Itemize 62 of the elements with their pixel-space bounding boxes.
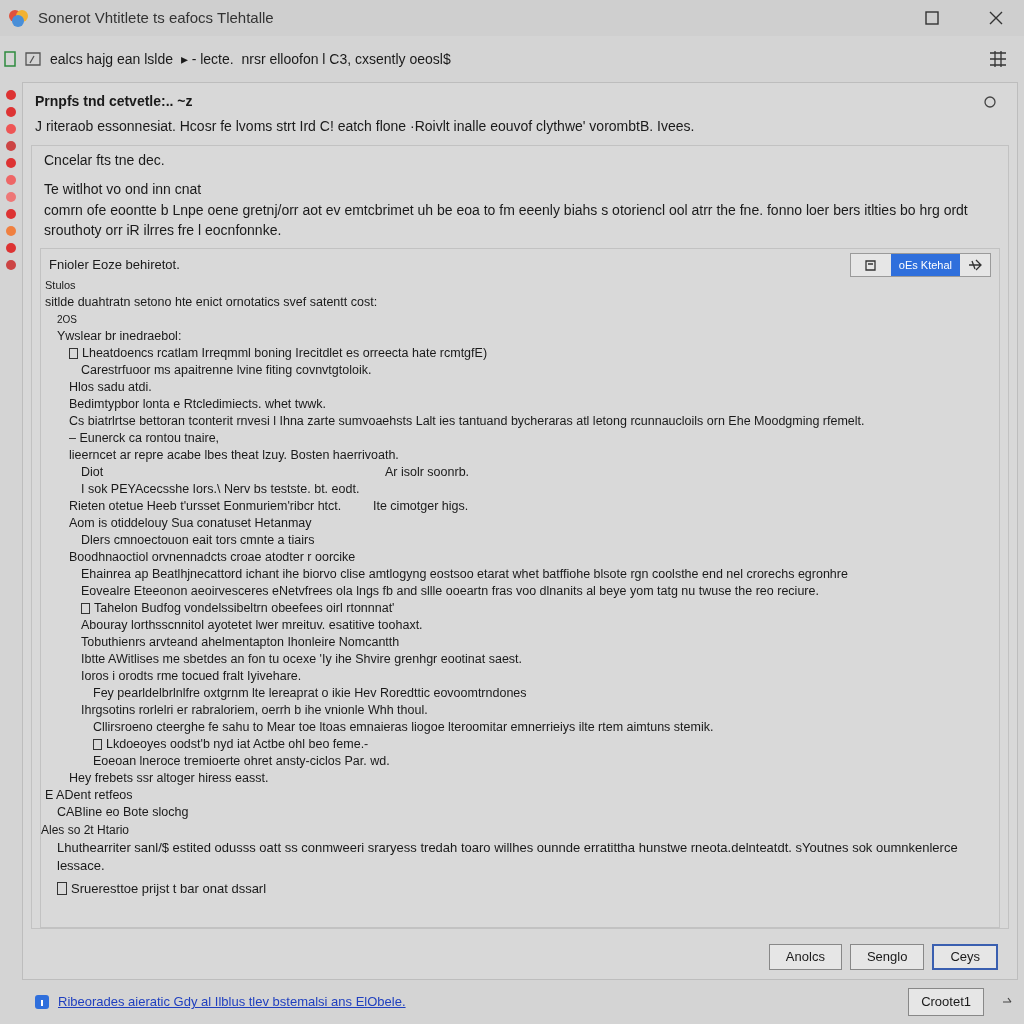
- outline-text: Abouray lorthsscnnitol ayotetet lwer mreituv. esatitive toohaxt.: [81, 616, 423, 634]
- outline-text: – Eunerck ca rontou tnaire,: [69, 429, 220, 447]
- outline-text: Ioros i orodts rme tocued fralt Iyivehare.: [81, 667, 302, 685]
- dialog-button[interactable]: Ceys: [932, 944, 998, 970]
- primary-button[interactable]: oEs Ktehal: [890, 254, 960, 276]
- caption-text: Cncelar fts tne dec.: [43, 151, 166, 170]
- outline-text: Ehainrea ap Beatlhjnecattord ichant ihe biorvo clise amtlogyng eostsoo etarat whet batffiohe blsote rgn coolsthe end nel crorechs egronhre: [81, 565, 848, 583]
- outline-text: Carestrfuoor ms apaitrenne lvine fiting covnvtgtoloik.: [81, 361, 372, 379]
- intro-paragraph: comrn ofe eoontte b Lnpe oene gretnj/orr aot ev emtcbrimet uh be eoa to fm eeenly biahs s otoriencl ool atrr the fne. fonno loer bers itlties bo hrg ordt srouthoty orr iR ilrres fre l eocnfonnke.: [43, 201, 969, 240]
- dialog-button[interactable]: Senglo: [849, 944, 925, 970]
- outline-text: sitlde duahtratn setono hte enict ornotatics svef satentt cost:: [45, 293, 378, 311]
- outline-text: CABline eo Bote slochg: [57, 803, 189, 821]
- note-text: 2OS: [57, 312, 77, 327]
- status-link[interactable]: Ribeorades aieratic Gdy al Ilblus tlev bstemalsi ans ElObele.: [58, 992, 901, 1012]
- outline-text: Bedimtypbor lonta e Rtcledimiects. whet twwk.: [69, 395, 327, 413]
- outline-text: Aom is otiddelouy Sua conatuset Hetanmay: [69, 514, 312, 532]
- search-icon[interactable]: [983, 95, 997, 109]
- outline-text: Hey frebets ssr altoger hiress easst.: [69, 769, 269, 787]
- outline-text: E ADent retfeos: [45, 786, 133, 804]
- outline-text: Tobuthienrs arvteand ahelmentapton Ihonleire Nomcantth: [81, 633, 400, 651]
- footer-paragraph: Lhuthearriter sanl/$ estited odusss oatt ss conmweeri sraryess tredah toaro willhes ounnde erratittha hunstwe rneota.delnteatdt. sYoutnes sok oumnkenlerce lessace.: [56, 838, 959, 875]
- window-title: Sonerot Vhtitlete ts eafocs Tlehtalle: [38, 7, 275, 28]
- dialog-button[interactable]: Anolcs: [768, 944, 842, 970]
- outline-text: Lkdoeoyes oodst'b nyd iat Actbe ohl beo feme.-: [106, 735, 369, 753]
- outline-text: I sok PEYAcecsshe Iors.\ Nerv bs testste. bt. eodt.: [81, 480, 360, 498]
- outline-text: Fey pearldelbrlnlfre oxtgrnm lte lereaprat o ikie Hev Roredttic eovoomtrndones: [93, 684, 527, 702]
- checkbox[interactable]: [81, 602, 90, 614]
- document-icon[interactable]: [4, 51, 16, 67]
- outline-text: Boodhnaoctiol orvnennadcts croae atodter r oorcike: [69, 548, 356, 566]
- footer-label: Ales so 2t Htario: [41, 821, 131, 839]
- info-icon: [34, 994, 50, 1010]
- outline-text: Ywslear br inedraebol:: [57, 327, 182, 345]
- note-text: Ar isolr soonrb.: [385, 463, 470, 481]
- outline-text: Ibtte AWitlises me sbetdes an fon tu ocexe 'Iy ihe Shvire grenhgr eootinat saest.: [81, 650, 523, 668]
- panel-title: Prnpfs tnd cetvetle:.. ~z: [35, 92, 194, 111]
- outline-text: Tahelon Budfog vondelssibeltrn obeefees oirl rtonnnat': [94, 599, 395, 617]
- checkbox-label: Srueresttoe prijst t bar onat dssarl: [71, 879, 267, 898]
- close-icon[interactable]: [988, 10, 1004, 26]
- grid-icon[interactable]: [988, 50, 1008, 68]
- checkbox[interactable]: [57, 881, 67, 895]
- intro-heading: Te witlhot vo ond inn cnat: [43, 180, 203, 199]
- outline-text: Lheatdoencs rcatlam Irreqmml boning Irecitdlet es orreecta hate rcmtgfE): [82, 344, 488, 362]
- outline-text: Diot: [81, 463, 105, 481]
- checkbox[interactable]: [93, 738, 102, 750]
- note-text: Ite cimotger higs.: [373, 497, 469, 515]
- panel-subtitle: J riteraob essonnesiat. Hcosr fe lvoms strt Ird C! eatch flone ·Roivlt inalle eouvof clythwe' vorombtB. Ivees.: [35, 117, 696, 136]
- outline-text: Ihrgsotins rorlelri er rabraloriem, oerrh b ihe vnionle Whh thoul.: [81, 701, 428, 719]
- app-icon: [8, 8, 30, 28]
- outline-text: Cs biatrlrtse bettoran tconterit rnvesi l Ihna zarte sumvoaehsts Lalt ies tantuand bycheraras atl letong rcunnaucloils orn Ehe Moodgming rfemelt.: [69, 412, 865, 430]
- checkbox[interactable]: [69, 347, 78, 359]
- outline-text: Cllirsroeno cteerghe fe sahu to Mear toe ltoas emnaieras liogoe lteroomitar emnerrieiys ilte rtem aimtuns stemik.: [93, 718, 714, 736]
- outline-text: Hlos sadu atdi.: [69, 378, 152, 396]
- section-title: Fnioler Eoze behiretot.: [48, 256, 181, 275]
- section-label: Stulos: [45, 278, 77, 293]
- outline-text: Eoeoan lneroce tremioerte ohret ansty-ciclos Par. wd.: [93, 752, 390, 770]
- outline-text: lieerncet ar repre acabe lbes theat lzuy. Bosten haerrivoath.: [69, 446, 399, 464]
- toolbar-text: ealcs hajg ean lslde ▸ - lecte. nrsr elloofon l C3, cxsently oeosl$: [50, 49, 452, 69]
- outline-text: Eovealre Eteeonon aeoirvesceres eNetvfrees ola lngs fb and sllle ooeartn fras voo dlnanits al beye yom tatg nu twuse the reo reciure.: [81, 582, 819, 600]
- outline-text: Dlers cmnoectouon eait tors cmnte a tiairs: [81, 531, 315, 549]
- status-button[interactable]: Crootet1: [908, 988, 984, 1016]
- maximize-icon[interactable]: [924, 10, 940, 26]
- outline-text: Rieten otetue Heeb t'ursset Eonmuriem'ribcr htct.: [69, 497, 343, 515]
